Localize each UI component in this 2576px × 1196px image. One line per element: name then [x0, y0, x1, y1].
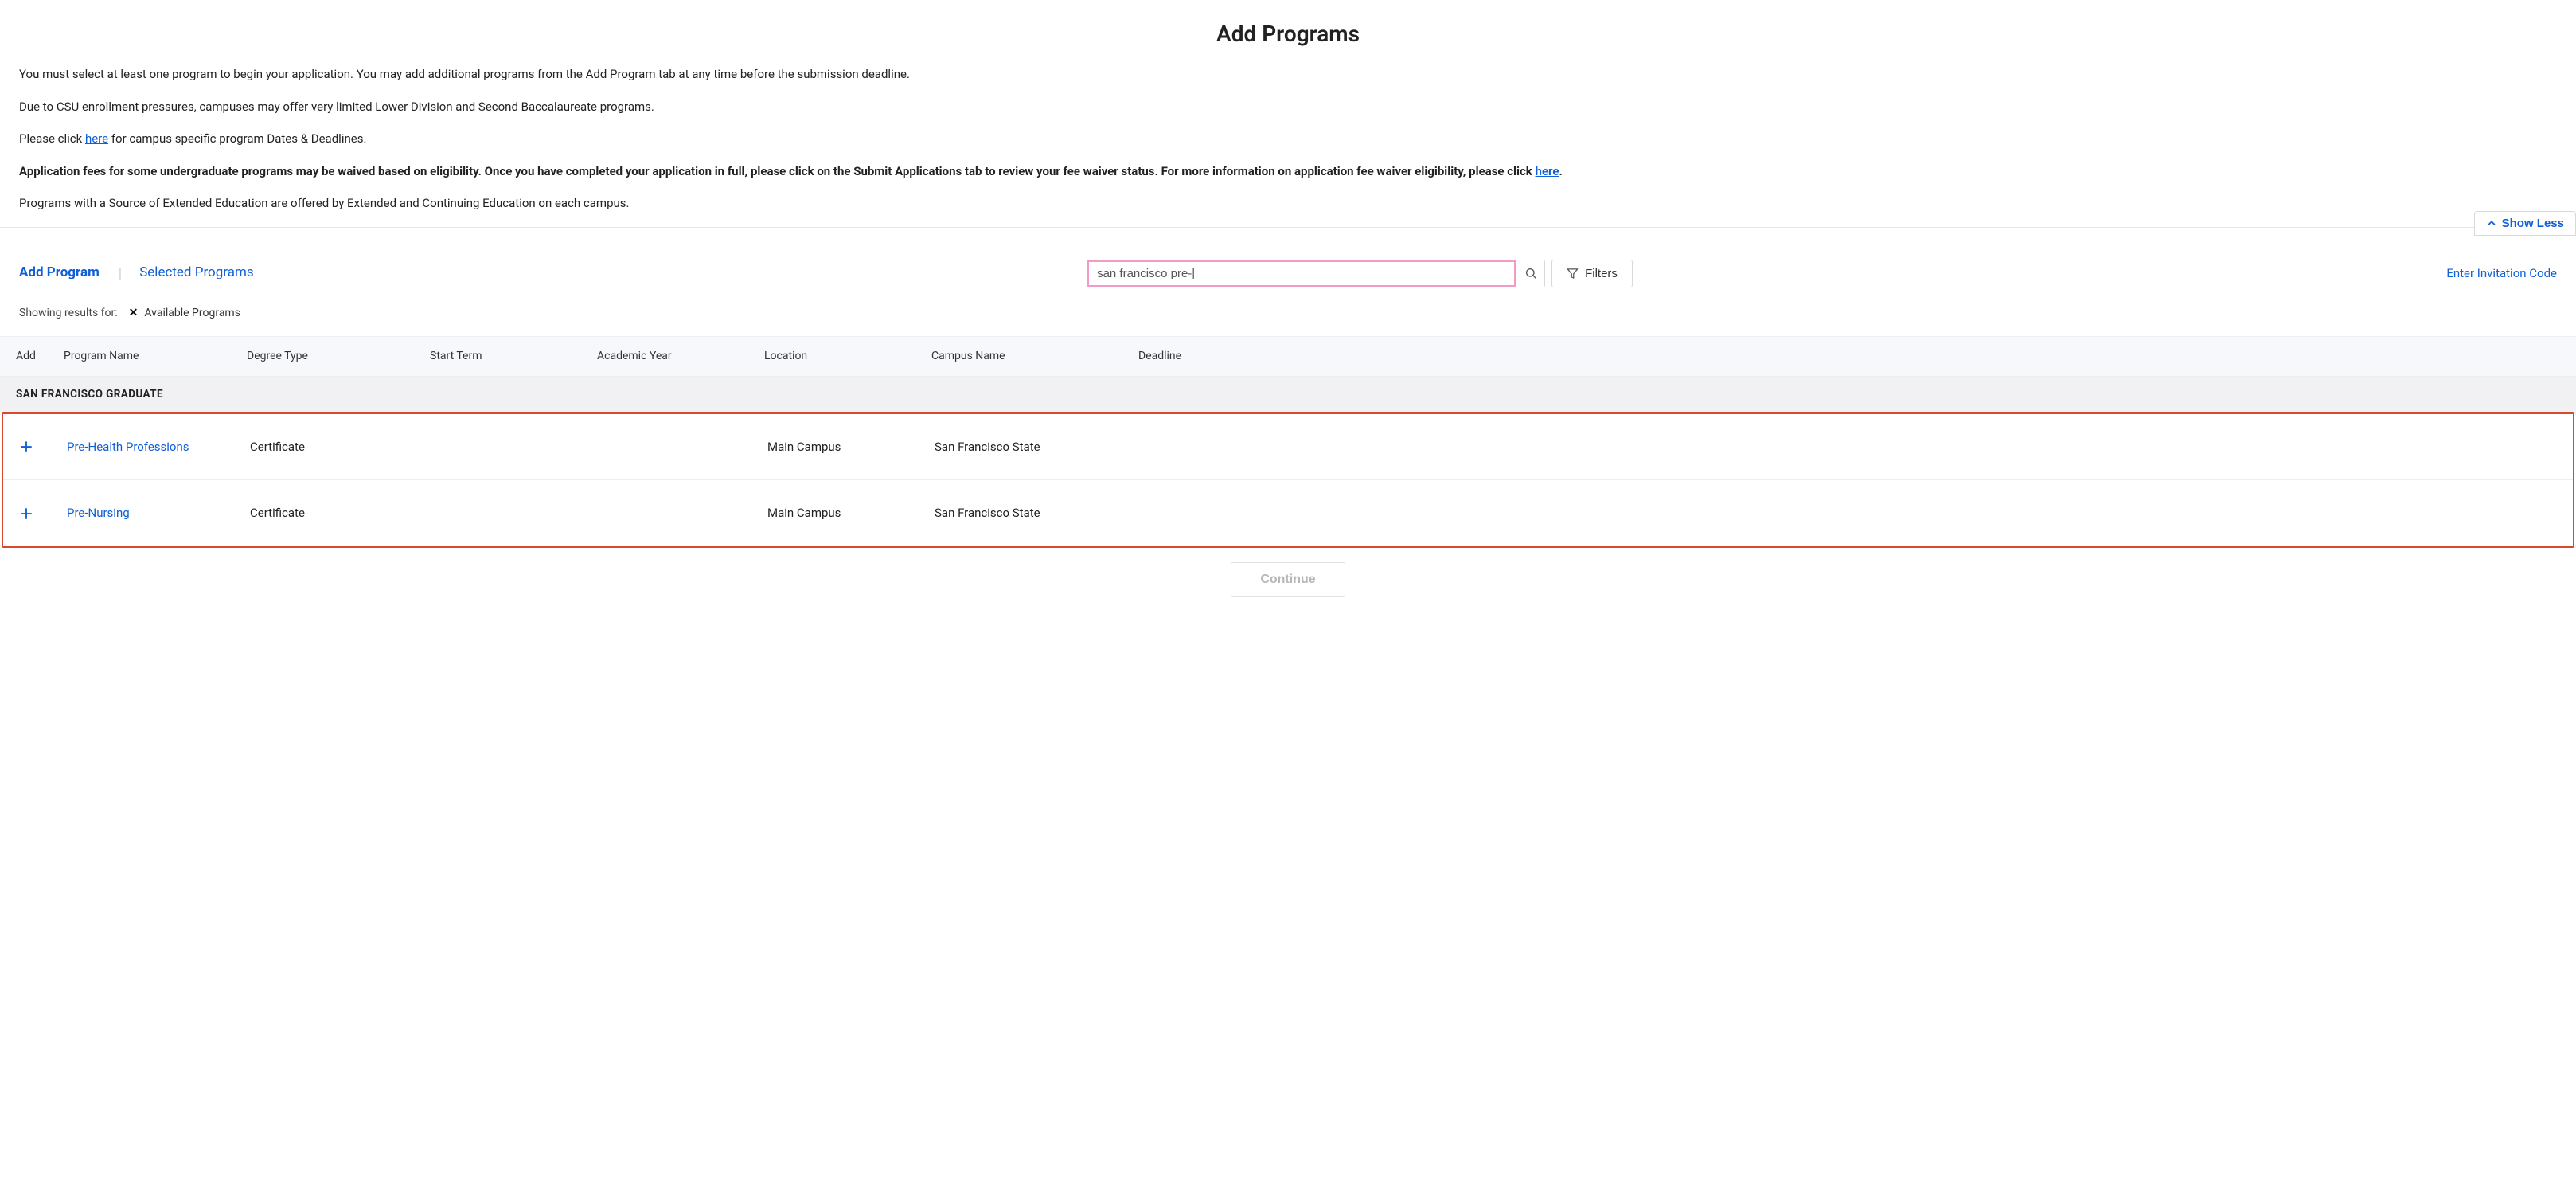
page-title: Add Programs: [0, 18, 2576, 51]
col-start-term: Start Term: [430, 348, 597, 365]
intro-paragraph: Please click here for campus specific pr…: [19, 130, 2557, 148]
cell-location: Main Campus: [767, 504, 935, 522]
add-program-button[interactable]: [19, 440, 67, 454]
results-label: Showing results for:: [19, 305, 118, 322]
cell-degree: Certificate: [250, 504, 433, 522]
col-deadline: Deadline: [1138, 348, 2560, 365]
text: for campus specific program Dates & Dead…: [108, 131, 366, 146]
results-bar: Showing results for: ✕ Available Program…: [0, 305, 2576, 322]
col-degree-type: Degree Type: [247, 348, 430, 365]
filter-chip: ✕ Available Programs: [129, 305, 240, 322]
search-wrap: Filters: [1087, 260, 1633, 287]
remove-filter-button[interactable]: ✕: [129, 305, 139, 322]
plus-icon: [19, 440, 67, 454]
text: Please click: [19, 131, 85, 146]
program-name-link[interactable]: Pre-Nursing: [67, 504, 250, 522]
program-name-link[interactable]: Pre-Health Professions: [67, 438, 250, 456]
cell-location: Main Campus: [767, 438, 935, 456]
highlighted-results: Pre-Health Professions Certificate Main …: [2, 412, 2574, 548]
cell-degree: Certificate: [250, 438, 433, 456]
cell-campus: San Francisco State: [935, 438, 1142, 456]
intro-paragraph: Programs with a Source of Extended Educa…: [19, 194, 2557, 213]
filter-chip-label: Available Programs: [144, 305, 240, 322]
col-campus-name: Campus Name: [931, 348, 1138, 365]
search-input[interactable]: [1087, 260, 1516, 287]
table-header: Add Program Name Degree Type Start Term …: [0, 336, 2576, 377]
col-program-name: Program Name: [64, 348, 247, 365]
show-less-button[interactable]: Show Less: [2474, 211, 2576, 236]
table-row: Pre-Nursing Certificate Main Campus San …: [3, 480, 2573, 546]
filter-icon: [1567, 268, 1579, 279]
tab-add-program[interactable]: Add Program: [19, 263, 119, 283]
search-button[interactable]: [1516, 260, 1545, 287]
show-less-label: Show Less: [2502, 217, 2564, 230]
intro-paragraph-fee: Application fees for some undergraduate …: [19, 162, 2557, 181]
tab-selected-programs[interactable]: Selected Programs: [139, 263, 272, 283]
enter-invitation-code-link[interactable]: Enter Invitation Code: [2446, 264, 2557, 283]
dates-deadlines-link[interactable]: here: [85, 131, 108, 146]
col-location: Location: [764, 348, 931, 365]
intro-paragraph: Due to CSU enrollment pressures, campuse…: [19, 98, 2557, 116]
fee-waiver-link[interactable]: here: [1536, 164, 1559, 178]
text-bold: Application fees for some undergraduate …: [19, 164, 1536, 178]
cell-campus: San Francisco State: [935, 504, 1142, 522]
tab-separator: |: [119, 263, 122, 284]
filters-button[interactable]: Filters: [1551, 260, 1633, 287]
table-row: Pre-Health Professions Certificate Main …: [3, 414, 2573, 481]
filters-label: Filters: [1585, 267, 1618, 280]
continue-button[interactable]: Continue: [1231, 562, 1345, 597]
col-add: Add: [16, 348, 64, 365]
search-icon: [1524, 267, 1537, 279]
intro-section: You must select at least one program to …: [0, 65, 2576, 213]
text-bold: .: [1559, 164, 1563, 178]
intro-paragraph: You must select at least one program to …: [19, 65, 2557, 84]
col-academic-year: Academic Year: [597, 348, 764, 365]
chevron-up-icon: [2486, 217, 2497, 229]
group-header: SAN FRANCISCO GRADUATE: [0, 377, 2576, 412]
add-program-button[interactable]: [19, 506, 67, 521]
plus-icon: [19, 506, 67, 521]
